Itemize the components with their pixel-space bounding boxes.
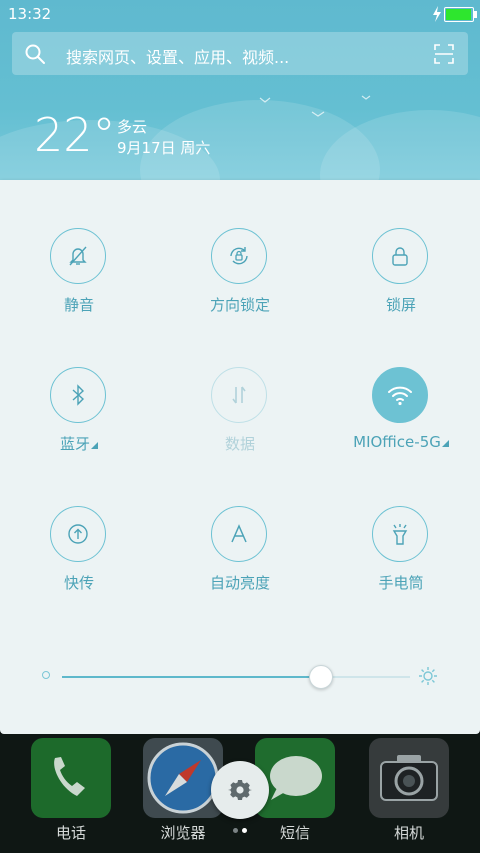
camera-icon bbox=[380, 755, 438, 801]
toggle-label: 快传 bbox=[63, 574, 94, 592]
app-label: 电话 bbox=[55, 824, 86, 842]
toggle-label: 自动亮度 bbox=[209, 574, 270, 592]
flashlight-icon bbox=[392, 524, 408, 545]
mobile-data-icon bbox=[232, 386, 246, 404]
notification-header: 13:32 搜索网页、设置、应用、视频... 22° 多云 9月17日 周六 bbox=[0, 0, 480, 180]
quick-share-icon bbox=[68, 524, 88, 544]
rotation-lock-icon bbox=[230, 247, 248, 265]
battery-icon bbox=[444, 7, 477, 22]
page-indicator-dot-active bbox=[242, 828, 247, 833]
temperature: 22° bbox=[34, 108, 116, 162]
expand-arrow-icon bbox=[91, 442, 98, 449]
toggle-quick-share[interactable]: 快传 bbox=[4, 506, 154, 616]
weather-condition: 多云 bbox=[117, 118, 148, 136]
page-indicator-dot bbox=[233, 828, 238, 833]
birds-decoration bbox=[259, 95, 371, 117]
toggle-circle[interactable] bbox=[372, 228, 428, 284]
app-label: 相机 bbox=[393, 824, 424, 842]
app-label: 短信 bbox=[279, 824, 310, 842]
brightness-high-icon bbox=[419, 667, 437, 685]
brightness-slider[interactable] bbox=[40, 665, 440, 689]
toggle-label: 数据 bbox=[224, 435, 255, 453]
toggle-lock-screen[interactable]: 锁屏 bbox=[326, 228, 476, 338]
toggle-auto-brightness[interactable]: 自动亮度 bbox=[165, 506, 315, 616]
gear-icon bbox=[228, 780, 252, 800]
toggle-bluetooth[interactable]: 蓝牙 bbox=[4, 367, 154, 477]
phone-icon bbox=[54, 757, 85, 796]
status-bar: 13:32 bbox=[0, 0, 480, 28]
toggle-mobile-data[interactable]: 数据 bbox=[165, 367, 315, 477]
toggle-circle[interactable] bbox=[211, 228, 267, 284]
toggle-circle[interactable] bbox=[211, 506, 267, 562]
brightness-track[interactable] bbox=[62, 676, 410, 678]
toggle-circle[interactable] bbox=[50, 506, 106, 562]
toggle-label: 蓝牙 bbox=[4, 433, 154, 454]
search-bar[interactable]: 搜索网页、设置、应用、视频... bbox=[12, 32, 468, 75]
toggle-label: MIOffice-5G bbox=[326, 433, 476, 451]
toggle-circle[interactable] bbox=[50, 367, 106, 423]
brightness-fill bbox=[62, 676, 320, 678]
toggle-flashlight[interactable]: 手电筒 bbox=[326, 506, 476, 616]
app-messages[interactable] bbox=[255, 738, 335, 818]
lock-icon bbox=[392, 247, 408, 266]
toggle-circle[interactable] bbox=[372, 367, 428, 423]
search-icon bbox=[25, 44, 45, 64]
toggle-label-text: MIOffice-5G bbox=[353, 433, 441, 451]
toggle-label: 手电筒 bbox=[378, 574, 424, 592]
app-camera[interactable] bbox=[369, 738, 449, 818]
app-browser[interactable] bbox=[143, 738, 223, 818]
date-label: 9月17日 周六 bbox=[117, 139, 211, 157]
quick-settings-panel: 静音 方向锁定 锁屏 蓝牙 数据 MIOffice-5G 快传 自动亮度 手电筒 bbox=[0, 180, 480, 734]
search-input[interactable]: 搜索网页、设置、应用、视频... bbox=[66, 44, 289, 68]
settings-button[interactable] bbox=[211, 761, 269, 819]
compass-icon bbox=[147, 742, 219, 814]
toggle-label: 方向锁定 bbox=[209, 296, 270, 314]
bell-off-icon bbox=[69, 246, 87, 266]
bluetooth-icon bbox=[72, 384, 85, 406]
expand-arrow-icon bbox=[441, 440, 449, 447]
auto-brightness-icon bbox=[231, 524, 247, 543]
clock: 13:32 bbox=[8, 5, 52, 23]
toggle-rotation-lock[interactable]: 方向锁定 bbox=[165, 228, 315, 338]
toggle-label-text: 蓝牙 bbox=[59, 435, 90, 453]
toggle-circle[interactable] bbox=[372, 506, 428, 562]
app-phone[interactable] bbox=[31, 738, 111, 818]
charging-icon bbox=[433, 6, 441, 22]
battery-level bbox=[446, 9, 471, 20]
toggle-label: 锁屏 bbox=[385, 296, 416, 314]
toggle-label: 静音 bbox=[63, 296, 94, 314]
brightness-low-icon bbox=[42, 671, 50, 679]
message-icon bbox=[270, 756, 322, 800]
scan-icon[interactable] bbox=[434, 44, 454, 64]
toggle-circle[interactable] bbox=[211, 367, 267, 423]
wifi-icon bbox=[388, 386, 412, 406]
toggle-wifi[interactable]: MIOffice-5G bbox=[326, 367, 476, 477]
app-label: 浏览器 bbox=[160, 824, 206, 842]
toggle-silent[interactable]: 静音 bbox=[4, 228, 154, 338]
toggle-circle[interactable] bbox=[50, 228, 106, 284]
brightness-thumb[interactable] bbox=[308, 665, 333, 689]
